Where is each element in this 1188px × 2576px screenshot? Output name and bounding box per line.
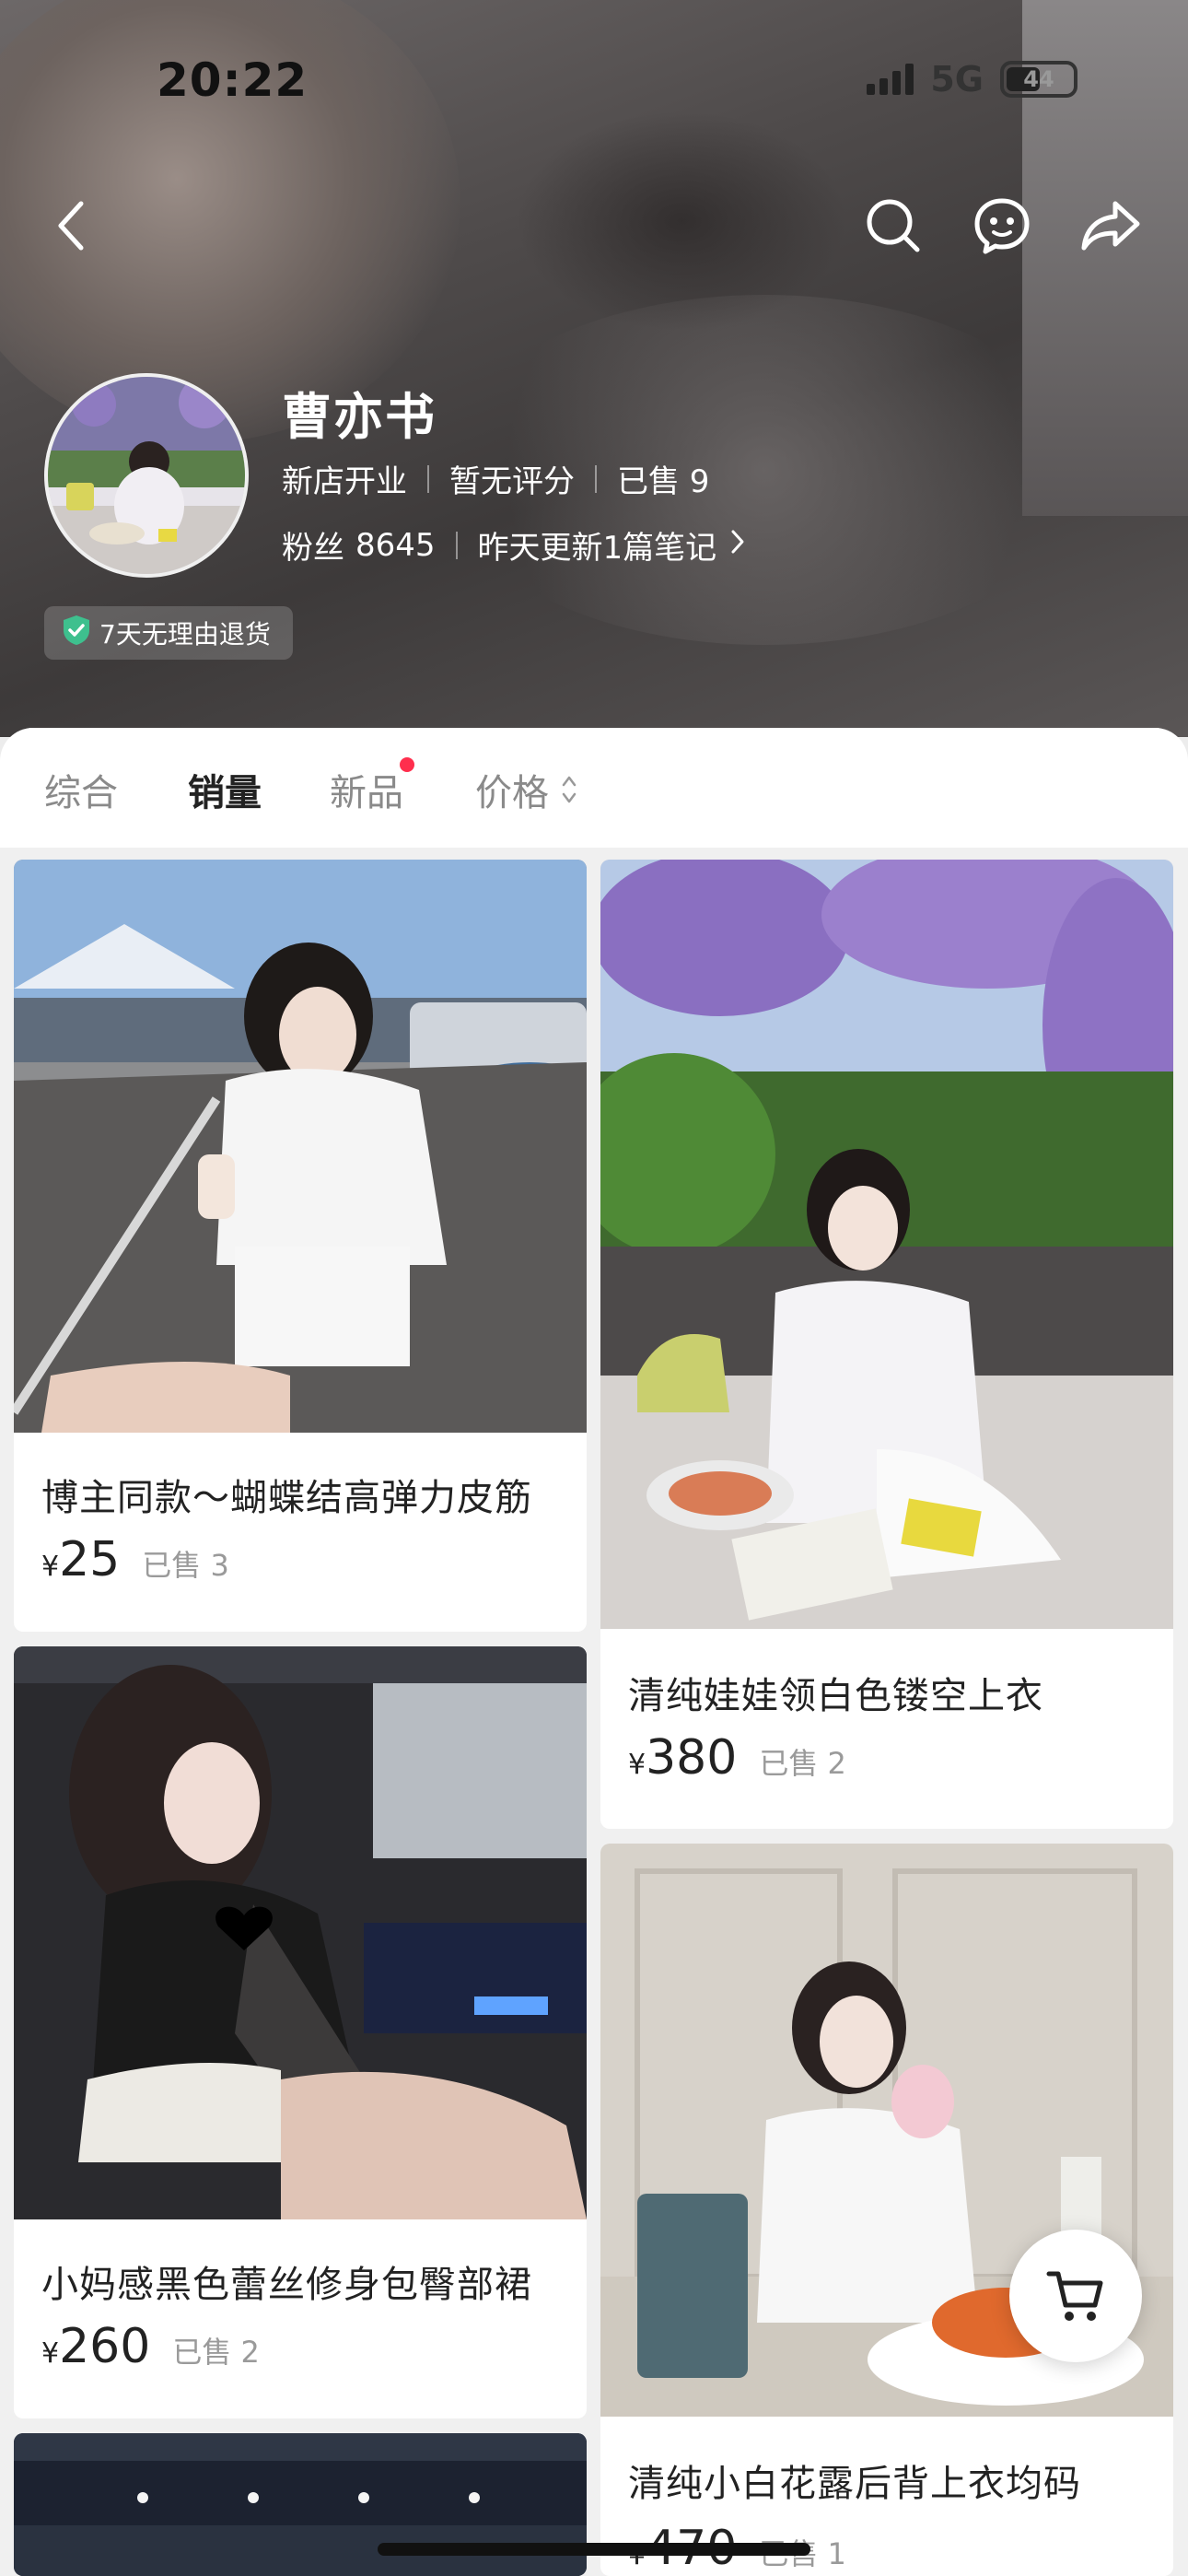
product-price: ¥25 xyxy=(41,1532,121,1587)
home-indicator[interactable] xyxy=(378,2543,810,2556)
fans-count: 8645 xyxy=(355,526,436,564)
product-sold: 已售 3 xyxy=(142,1548,229,1583)
shop-status: 新店开业 xyxy=(282,463,407,500)
chevron-right-icon xyxy=(729,527,746,564)
product-image[interactable] xyxy=(14,860,587,1433)
return-policy-badge[interactable]: 7天无理由退货 xyxy=(44,606,293,660)
shield-check-icon xyxy=(61,614,92,653)
price-row: ¥25 已售 3 xyxy=(41,1532,229,1587)
battery-level: 44 xyxy=(1023,66,1054,92)
product-title[interactable]: 小妈感黑色蕾丝修身包臀部裙 xyxy=(41,2254,532,2308)
product-sold: 已售 2 xyxy=(172,2335,260,2370)
shopping-cart-icon[interactable] xyxy=(1009,2230,1142,2362)
product-price: ¥380 xyxy=(628,1730,738,1786)
product-card[interactable]: 清纯娃娃领白色镂空上衣 ¥380 已售 2 xyxy=(600,860,1173,1829)
shop-meta-row: 新店开业 暂无评分 已售 9 xyxy=(282,456,709,501)
shop-sold: 已售 9 xyxy=(617,463,710,500)
product-title[interactable]: 博主同款～蝴蝶结高弹力皮筋 xyxy=(41,1468,532,1521)
new-dot-indicator xyxy=(400,757,414,772)
share-icon[interactable] xyxy=(1074,189,1147,263)
price-row: ¥380 已售 2 xyxy=(628,1730,846,1786)
tab-sales[interactable]: 销量 xyxy=(188,763,262,816)
search-icon[interactable] xyxy=(856,189,930,263)
shop-avatar[interactable] xyxy=(44,373,249,578)
product-title[interactable]: 清纯娃娃领白色镂空上衣 xyxy=(628,1666,1043,1719)
product-card[interactable]: 博主同款～蝴蝶结高弹力皮筋 ¥25 已售 3 xyxy=(14,860,587,1632)
network-label: 5G xyxy=(930,59,984,100)
product-title[interactable]: 清纯小白花露后背上衣均码 xyxy=(628,2453,1081,2507)
sort-updown-icon[interactable] xyxy=(560,772,578,811)
product-sold: 已售 2 xyxy=(759,1746,846,1781)
shop-name: 曹亦书 xyxy=(282,388,437,446)
divider xyxy=(595,464,597,493)
price-row: ¥260 已售 2 xyxy=(41,2319,260,2374)
divider xyxy=(455,531,458,559)
battery-icon: 44 xyxy=(1000,61,1077,98)
signal-icon xyxy=(867,64,914,95)
back-arrow-icon[interactable] xyxy=(35,189,109,263)
shop-rating: 暂无评分 xyxy=(449,463,575,500)
tab-comprehensive[interactable]: 综合 xyxy=(44,763,118,816)
tab-price[interactable]: 价格 xyxy=(475,763,549,816)
fans-label: 粉丝 xyxy=(282,530,344,567)
status-indicators: 5G 44 xyxy=(867,59,1077,100)
badge-label: 7天无理由退货 xyxy=(99,619,271,650)
product-image[interactable] xyxy=(600,860,1173,1629)
divider xyxy=(427,464,429,493)
shop-fans-row[interactable]: 粉丝 8645 昨天更新1篇笔记 xyxy=(282,522,746,568)
product-price: ¥260 xyxy=(41,2319,151,2374)
status-time: 20:22 xyxy=(157,53,309,107)
product-image[interactable] xyxy=(14,1646,587,2219)
chat-bubble-icon[interactable] xyxy=(965,189,1039,263)
sort-bar xyxy=(0,728,1188,848)
tab-new[interactable]: 新品 xyxy=(330,763,403,816)
update-note-link[interactable]: 昨天更新1篇笔记 xyxy=(478,522,717,568)
product-card[interactable]: 清纯小白花露后背上衣均码 ¥470 已售 1 xyxy=(600,1844,1173,2576)
product-card[interactable]: 小妈感黑色蕾丝修身包臀部裙 ¥260 已售 2 xyxy=(14,1646,587,2418)
